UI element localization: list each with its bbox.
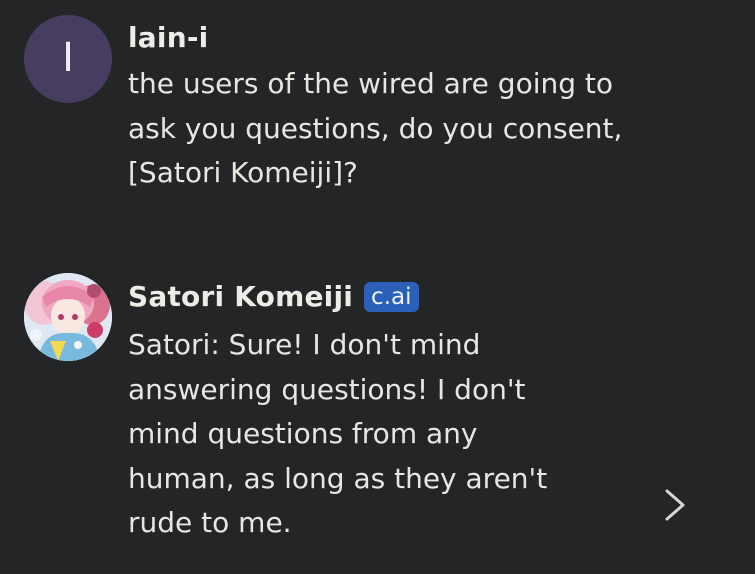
character-message-content: Satori Komeiji c.ai Satori: Sure! I don'… <box>128 260 715 546</box>
user-message-content: lain-i the users of the wired are going … <box>128 0 715 196</box>
user-message: I lain-i the users of the wired are goin… <box>0 0 755 230</box>
user-name-row: lain-i <box>128 20 715 54</box>
user-avatar[interactable]: I <box>24 15 112 103</box>
next-response-button[interactable] <box>659 484 693 526</box>
chat-thread: I lain-i the users of the wired are goin… <box>0 0 755 574</box>
chevron-right-icon <box>665 489 685 521</box>
c-ai-badge: c.ai <box>364 282 419 312</box>
character-message: Satori Komeiji c.ai Satori: Sure! I don'… <box>0 260 755 574</box>
character-name-row: Satori Komeiji c.ai <box>128 279 715 313</box>
avatar-letter: I <box>62 35 74 81</box>
character-name: Satori Komeiji <box>128 279 354 313</box>
user-message-text: the users of the wired are going to ask … <box>128 67 623 189</box>
user-name: lain-i <box>128 20 209 54</box>
character-avatar[interactable] <box>24 273 112 361</box>
character-avatar-image <box>24 273 112 361</box>
character-message-text: Satori: Sure! I don't mind answering que… <box>128 328 548 539</box>
